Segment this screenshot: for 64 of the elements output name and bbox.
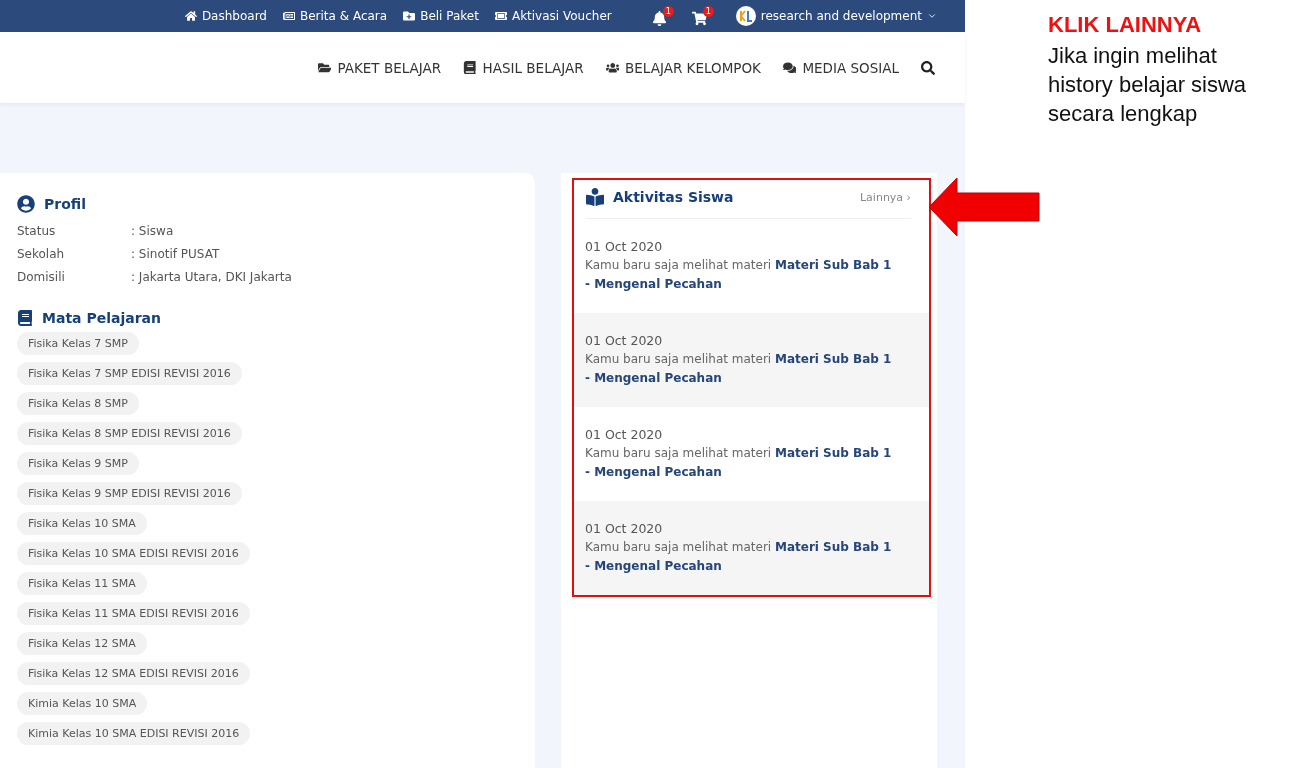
subject-tag[interactable]: Fisika Kelas 7 SMP [17,332,139,355]
newspaper-icon [283,10,295,22]
activity-date: 01 Oct 2020 [585,239,664,254]
top-bar-link[interactable]: Berita & Acara [283,9,388,23]
nav-item[interactable]: PAKET BELAJAR [317,59,442,76]
activity-text: Kamu baru saja melihat materi Materi Sub Bab 1 - Mengenal Pecahan [585,539,893,575]
user-menu[interactable]: research and development [735,6,937,26]
reader-icon [586,188,604,206]
section-title: Aktivitas Siswa [613,189,734,205]
notification-count: 1 [662,6,674,17]
section-title: Mata Pelajaran [42,310,161,326]
nav-item[interactable]: HASIL BELAJAR [463,59,584,76]
home-icon [184,10,197,22]
annotation-title: KLIK LAINNYA [1048,12,1203,38]
subject-tag[interactable]: Fisika Kelas 9 SMP EDISI REVISI 2016 [17,482,242,505]
subject-tag[interactable]: Fisika Kelas 10 SMA EDISI REVISI 2016 [17,542,250,565]
subject-tag[interactable]: Fisika Kelas 7 SMP EDISI REVISI 2016 [17,362,242,385]
field-label: Sekolah [17,246,66,261]
top-bar-link[interactable]: Dashboard [184,9,267,23]
activity-text: Kamu baru saja melihat materi Materi Sub Bab 1 - Mengenal Pecahan [585,257,893,293]
section-title: Profil [44,196,86,212]
folder-icon [317,60,332,75]
search-icon[interactable] [921,60,935,75]
book-icon [463,60,477,75]
folder-plus-icon [403,10,416,22]
nav-item[interactable]: MEDIA SOSIAL [782,59,899,76]
subject-tag[interactable]: Fisika Kelas 12 SMA EDISI REVISI 2016 [17,662,250,685]
more-link[interactable]: Lainnya › [860,190,911,204]
annotation-text: Jika ingin melihat history belajar siswa secara lengkap [1048,42,1248,128]
activity-text: Kamu baru saja melihat materi Materi Sub Bab 1 - Mengenal Pecahan [585,445,893,481]
bell-icon [651,11,667,26]
subject-tag[interactable]: Fisika Kelas 8 SMP EDISI REVISI 2016 [17,422,242,445]
top-bar-link[interactable]: Beli Paket [403,9,479,23]
activity-text: Kamu baru saja melihat materi Materi Sub Bab 1 - Mengenal Pecahan [585,351,893,387]
activity-date: 01 Oct 2020 [585,333,664,348]
top-bar-link[interactable]: Aktivasi Voucher [494,9,612,23]
arrow-icon [929,178,1041,236]
subject-tag[interactable]: Fisika Kelas 8 SMP [17,392,139,415]
ticket-icon [494,10,507,22]
logo-avatar-icon [735,6,756,26]
field-label: Status [17,223,57,238]
subject-tag[interactable]: Kimia Kelas 10 SMA [17,692,148,715]
cart-count: 1 [702,6,714,17]
field-value: : Jakarta Utara, DKI Jakarta [131,269,292,284]
subject-tag[interactable]: Fisika Kelas 10 SMA [17,512,147,535]
users-icon [605,60,620,75]
activity-date: 01 Oct 2020 [585,521,664,536]
caret-icon [927,11,937,21]
nav-item[interactable]: BELAJAR KELOMPOK [605,59,761,76]
subject-tag[interactable]: Fisika Kelas 9 SMP [17,452,139,475]
activity-date: 01 Oct 2020 [585,427,664,442]
notification-button[interactable]: 1 [651,6,674,26]
subject-tag[interactable]: Fisika Kelas 11 SMA [17,572,147,595]
book-icon [17,310,33,326]
user-name: research and development [760,9,922,23]
field-value: : Siswa [131,223,174,238]
subject-tag[interactable]: Kimia Kelas 10 SMA EDISI REVISI 2016 [17,722,251,745]
cart-icon [691,11,707,26]
subject-tag[interactable]: Fisika Kelas 11 SMA EDISI REVISI 2016 [17,602,250,625]
chat-bubbles-icon [782,60,797,75]
cart-button[interactable]: 1 [691,6,714,26]
subject-tag[interactable]: Fisika Kelas 12 SMA [17,632,147,655]
field-label: Domisili [17,269,66,284]
field-value: : Sinotif PUSAT [131,246,220,261]
